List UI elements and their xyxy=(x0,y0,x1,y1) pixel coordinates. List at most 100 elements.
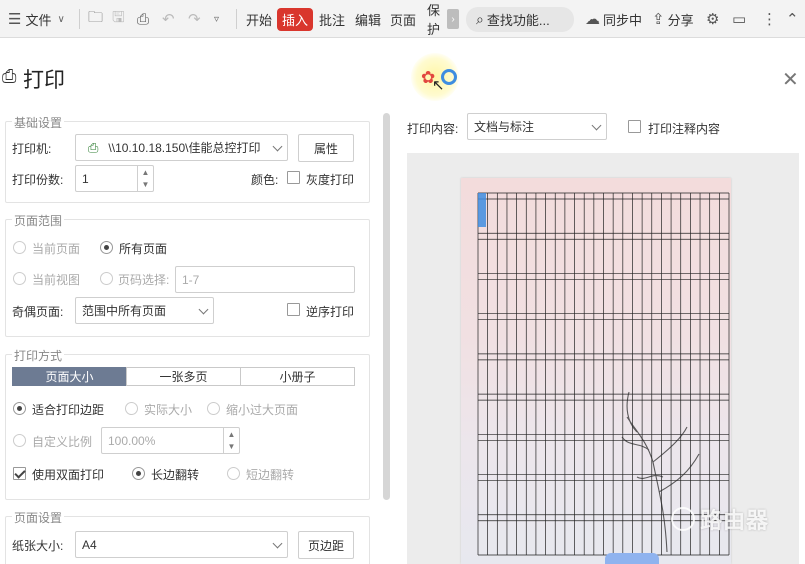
odd-even-value: 范围中所有页面 xyxy=(82,304,167,318)
collapse-icon[interactable]: ⌃ xyxy=(786,0,799,38)
file-menu[interactable]: ☰ 文件 ∨ xyxy=(8,0,65,38)
spin-up-icon[interactable]: ▲ xyxy=(224,428,239,441)
shrink-large-radio[interactable] xyxy=(207,402,220,415)
tab-review[interactable]: 批注 xyxy=(319,0,345,38)
custom-scale-radio[interactable] xyxy=(13,434,26,447)
fit-margins-label: 适合打印边距 xyxy=(32,403,105,417)
settings-scrollbar[interactable] xyxy=(383,113,390,500)
grayscale-label: 灰度打印 xyxy=(306,173,355,187)
spin-down-icon[interactable]: ▼ xyxy=(138,179,153,192)
current-view-radio[interactable] xyxy=(13,272,26,285)
copies-label: 打印份数: xyxy=(12,173,64,187)
redo-icon[interactable]: ↷ xyxy=(188,0,201,38)
copies-value: 1 xyxy=(82,171,89,186)
watermark-logo-icon xyxy=(671,507,695,531)
file-menu-label: 文件 xyxy=(25,12,52,28)
custom-scale-label: 自定义比例 xyxy=(32,435,93,449)
save-icon[interactable]: 🖫 xyxy=(112,0,125,38)
scale-spinner[interactable]: ▲ ▼ xyxy=(223,428,239,453)
printer-icon: ⎙ xyxy=(88,139,99,155)
tab-protect[interactable]: 保护 xyxy=(427,0,446,38)
print-title-icon: ⎙ xyxy=(2,66,17,86)
printer-select[interactable]: ⎙ \\10.10.18.150\佳能总控打印 xyxy=(75,134,288,161)
share-icon: ⇪ xyxy=(652,11,665,28)
close-icon[interactable]: ✕ xyxy=(782,67,799,92)
reverse-print-label: 逆序打印 xyxy=(306,305,355,319)
spin-down-icon[interactable]: ▼ xyxy=(224,441,239,454)
long-edge-radio[interactable] xyxy=(132,467,145,480)
properties-button[interactable]: 属性 xyxy=(298,134,354,162)
comment-icon[interactable]: ▭ xyxy=(732,0,746,38)
spin-up-icon[interactable]: ▲ xyxy=(138,166,153,179)
settings-gear-icon[interactable]: ⚙ xyxy=(706,0,719,38)
duplex-label: 使用双面打印 xyxy=(32,468,105,482)
grid-lines xyxy=(477,192,730,556)
print-content-select[interactable]: 文档与标注 xyxy=(467,113,607,140)
print-mode-heading: 打印方式 xyxy=(12,347,65,364)
short-edge-radio[interactable] xyxy=(227,467,240,480)
grayscale-checkbox[interactable] xyxy=(287,171,300,184)
hamburger-icon: ☰ xyxy=(8,11,22,28)
more-options-icon[interactable]: ⋮ xyxy=(762,0,777,38)
print-annotations-label: 打印注释内容 xyxy=(648,122,721,136)
sync-button[interactable]: ☁ 同步中 xyxy=(585,0,642,38)
dialog-title: 打印 xyxy=(23,69,65,92)
tab-multiple-pages[interactable]: 一张多页 xyxy=(126,367,241,386)
tab-home[interactable]: 开始 xyxy=(246,0,272,38)
print-icon[interactable]: ⎙ xyxy=(137,0,149,38)
page-select-label: 页码选择: xyxy=(118,273,170,287)
undo-icon[interactable]: ↶ xyxy=(162,0,175,38)
chevron-down-icon: ∨ xyxy=(57,13,65,25)
custom-scale-input[interactable]: 100.00% ▲ ▼ xyxy=(101,427,240,454)
tabs-scroll-right-icon[interactable]: › xyxy=(447,9,459,29)
page-select-radio[interactable] xyxy=(100,272,113,285)
custom-scale-value: 100.00% xyxy=(108,433,156,448)
watermark-text: 路由器 xyxy=(700,508,770,533)
tab-page-size[interactable]: 页面大小 xyxy=(12,367,127,386)
current-view-label: 当前视图 xyxy=(32,273,81,287)
paper-size-label: 纸张大小: xyxy=(12,539,64,553)
share-button[interactable]: ⇪ 分享 xyxy=(652,0,694,38)
tab-page[interactable]: 页面 xyxy=(390,0,416,38)
paper-size-select[interactable]: A4 xyxy=(75,531,288,558)
tab-booklet[interactable]: 小册子 xyxy=(240,367,355,386)
print-content-label: 打印内容: xyxy=(407,122,459,136)
preview-page-indicator[interactable] xyxy=(605,553,659,564)
page-range-heading: 页面范围 xyxy=(12,212,65,229)
color-label: 颜色: xyxy=(251,173,279,187)
quick-access-dropdown-icon[interactable]: ▿ xyxy=(214,0,219,38)
search-label: 查找功能... xyxy=(486,13,550,28)
open-folder-icon[interactable]: 🗀 xyxy=(88,0,103,38)
page-setup-heading: 页面设置 xyxy=(12,509,65,526)
short-edge-label: 短边翻转 xyxy=(246,468,295,482)
odd-even-select[interactable]: 范围中所有页面 xyxy=(75,297,214,324)
paper-size-value: A4 xyxy=(82,537,97,552)
share-label: 分享 xyxy=(667,12,694,28)
odd-even-label: 奇偶页面: xyxy=(12,305,64,319)
duplex-checkbox[interactable] xyxy=(13,467,26,480)
margins-button[interactable]: 页边距 xyxy=(298,531,354,559)
print-content-value: 文档与标注 xyxy=(474,120,535,134)
fit-margins-radio[interactable] xyxy=(13,402,26,415)
actual-size-radio[interactable] xyxy=(125,402,138,415)
current-page-radio[interactable] xyxy=(13,241,26,254)
reverse-print-checkbox[interactable] xyxy=(287,303,300,316)
printer-value: \\10.10.18.150\佳能总控打印 xyxy=(108,141,261,155)
tab-edit[interactable]: 编辑 xyxy=(355,0,381,38)
chevron-down-icon xyxy=(591,120,602,131)
printer-label: 打印机: xyxy=(12,142,52,156)
all-pages-label: 所有页面 xyxy=(119,242,168,256)
page-select-input[interactable]: 1-7 xyxy=(175,266,355,293)
basic-settings-heading: 基础设置 xyxy=(12,114,65,131)
shrink-large-label: 缩小过大页面 xyxy=(226,403,299,417)
actual-size-label: 实际大小 xyxy=(144,403,193,417)
mouse-cursor-icon: ↖ xyxy=(432,77,445,94)
tab-insert[interactable]: 插入 xyxy=(277,0,314,38)
copies-spinner[interactable]: ▲ ▼ xyxy=(137,166,153,191)
all-pages-radio[interactable] xyxy=(100,241,113,254)
search-icon: ⌕ xyxy=(476,11,484,27)
print-annotations-checkbox[interactable] xyxy=(628,120,641,133)
current-page-label: 当前页面 xyxy=(32,242,81,256)
copies-input[interactable]: 1 ▲ ▼ xyxy=(75,165,154,192)
search-function-box[interactable]: ⌕ 查找功能... xyxy=(466,7,574,32)
